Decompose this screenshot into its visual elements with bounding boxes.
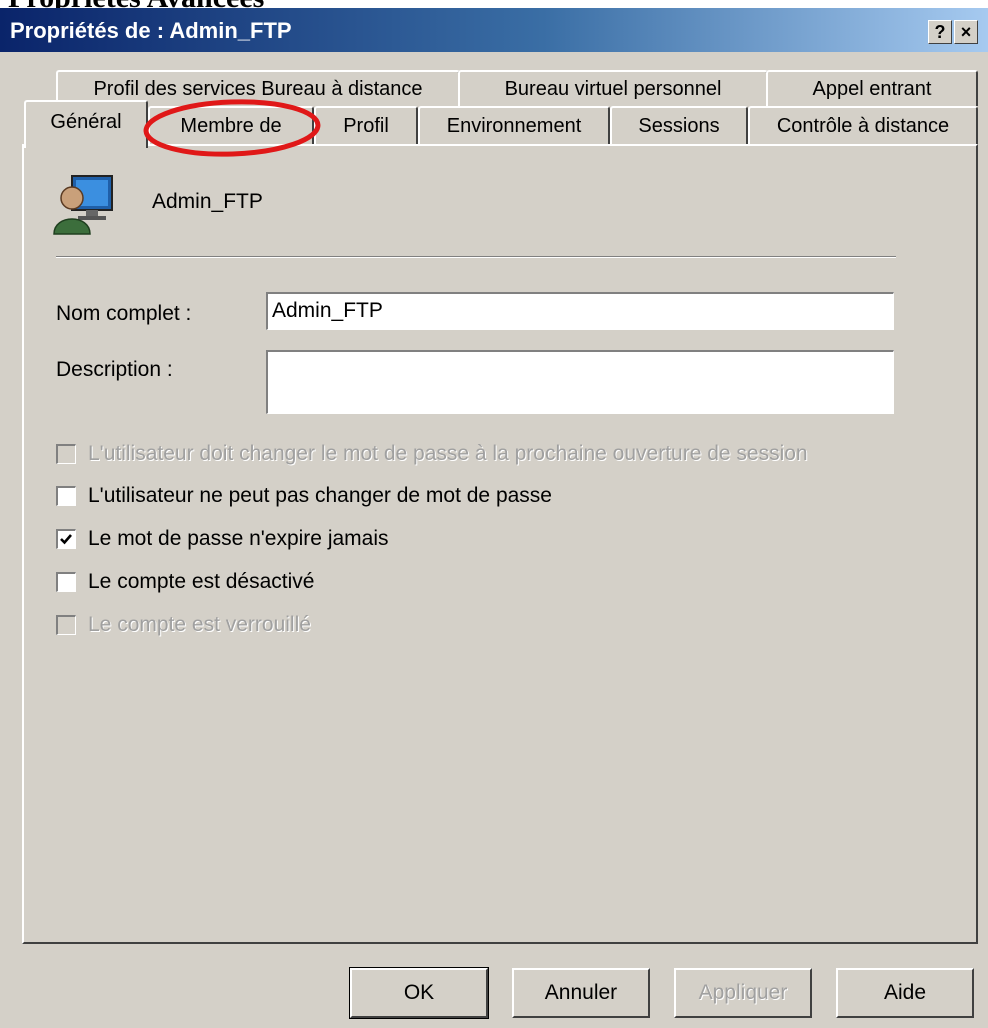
annotation-ellipse (143, 99, 321, 157)
tab-remote-control[interactable]: Contrôle à distance (748, 106, 978, 144)
checkbox-box[interactable] (56, 444, 76, 464)
checkbox-label: Le mot de passe n'expire jamais (88, 527, 389, 550)
full-name-label: Nom complet : (56, 302, 192, 325)
checkbox-label: L'utilisateur ne peut pas changer de mot… (88, 484, 552, 507)
tab-dial-in[interactable]: Appel entrant (766, 70, 978, 106)
tab-personal-virtual-desktop[interactable]: Bureau virtuel personnel (458, 70, 768, 106)
tab-general[interactable]: Général (24, 100, 148, 148)
checkbox-label: L'utilisateur doit changer le mot de pas… (88, 442, 808, 465)
tab-label: Bureau virtuel personnel (504, 78, 722, 100)
help-button[interactable]: ? (928, 20, 952, 44)
checkbox-label: Le compte est désactivé (88, 570, 315, 593)
tab-label: Général (50, 111, 122, 133)
description-label: Description : (56, 358, 173, 381)
apply-button[interactable]: Appliquer (674, 968, 812, 1018)
annotation-ellipse-shape (143, 99, 321, 157)
tab-label: Environnement (446, 115, 582, 137)
description-input[interactable] (266, 350, 894, 414)
checkbox-label: Le compte est verrouillé (88, 613, 311, 636)
checkbox-box[interactable] (56, 486, 76, 506)
ok-button[interactable]: OK (349, 967, 489, 1019)
header-strip: Propriétés Avancées (0, 0, 988, 8)
checkbox-box[interactable] (56, 529, 76, 549)
tab-label: Profil (343, 115, 389, 137)
user-name-display: Admin_FTP (152, 190, 263, 213)
tab-label: Contrôle à distance (776, 115, 950, 137)
tab-profile[interactable]: Profil (314, 106, 418, 144)
cancel-button[interactable]: Annuler (512, 968, 650, 1018)
tab-label: Sessions (638, 115, 720, 137)
header-strip-text: Propriétés Avancées (8, 0, 264, 8)
checkbox-box[interactable] (56, 615, 76, 635)
tab-label: Appel entrant (812, 78, 932, 100)
separator (56, 256, 896, 258)
full-name-input[interactable]: Admin_FTP (266, 292, 894, 330)
user-account-icon (53, 175, 113, 235)
window-title: Propriétés de : Admin_FTP (10, 18, 292, 43)
close-button[interactable]: × (954, 20, 978, 44)
tab-environment[interactable]: Environnement (418, 106, 610, 144)
checkbox-box[interactable] (56, 572, 76, 592)
help-dialog-button[interactable]: Aide (836, 968, 974, 1018)
title-bar: Propriétés de : Admin_FTP ? × (0, 8, 988, 52)
checkmark-icon (60, 534, 72, 545)
full-name-value: Admin_FTP (272, 299, 383, 322)
tab-sessions[interactable]: Sessions (610, 106, 748, 144)
